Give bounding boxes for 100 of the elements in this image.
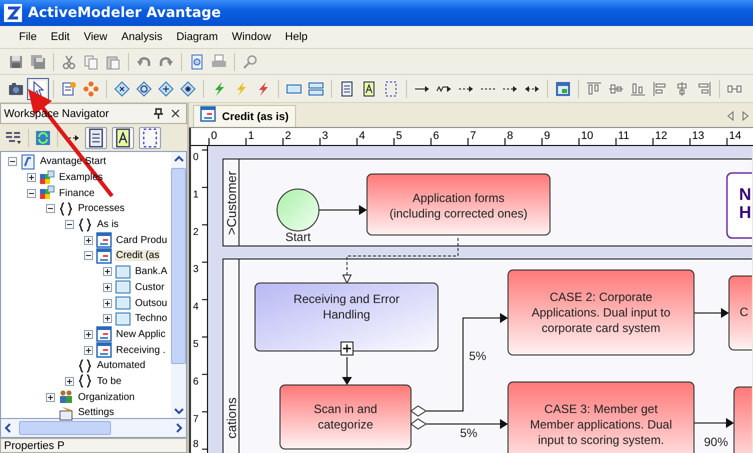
ruler-label: 5 bbox=[193, 339, 199, 350]
menu-item[interactable]: Edit bbox=[44, 31, 77, 43]
tree-item[interactable]: Outsou bbox=[134, 298, 168, 309]
tree-item[interactable]: New Applic bbox=[115, 328, 166, 340]
tree-item[interactable]: Card Produ bbox=[115, 234, 168, 246]
menu-item[interactable]: Analysis bbox=[114, 31, 170, 43]
printer-icon[interactable] bbox=[211, 54, 227, 70]
close-icon[interactable] bbox=[171, 109, 180, 118]
split-rectangle-icon[interactable] bbox=[308, 80, 324, 96]
ruler-label: 4 bbox=[359, 130, 366, 142]
menu-item[interactable]: Window bbox=[224, 31, 278, 43]
diamond-star-icon[interactable] bbox=[180, 80, 196, 96]
expand-icon[interactable] bbox=[103, 267, 112, 276]
ruler-label: 3 bbox=[322, 130, 328, 142]
lane-label: >Customer bbox=[224, 171, 239, 235]
ruler-label: 9 bbox=[544, 130, 550, 142]
lane-icon bbox=[115, 264, 131, 280]
braces-icon bbox=[77, 373, 93, 390]
ruler-label: 7 bbox=[470, 130, 476, 142]
ruler-label: 5 bbox=[396, 130, 402, 142]
diamond-plus-icon[interactable] bbox=[158, 80, 174, 96]
scrollbar-thumb[interactable] bbox=[171, 168, 186, 364]
horizontal-scrollbar[interactable] bbox=[0, 419, 187, 438]
flow-label: 90% bbox=[704, 435, 728, 449]
ruler-label: 10 bbox=[581, 130, 594, 142]
tree-item[interactable]: Techno bbox=[134, 313, 168, 324]
floppy-disks-icon[interactable] bbox=[30, 54, 46, 70]
expand-icon[interactable] bbox=[103, 298, 112, 308]
ruler-label: 0 bbox=[193, 152, 199, 163]
refresh-icon[interactable] bbox=[35, 130, 51, 146]
align-bottom-icon[interactable] bbox=[630, 80, 646, 96]
scroll-left-icon[interactable] bbox=[727, 111, 735, 121]
cluster-icon[interactable] bbox=[83, 80, 99, 96]
tree-item[interactable]: Processes bbox=[77, 203, 126, 214]
menu-item[interactable]: File bbox=[12, 31, 44, 43]
menu-item[interactable]: Diagram bbox=[169, 31, 225, 43]
tree-item[interactable]: Organization bbox=[77, 392, 136, 403]
print-preview-icon[interactable] bbox=[189, 54, 205, 70]
scroll-right-icon[interactable] bbox=[741, 111, 749, 121]
copy-icon[interactable] bbox=[83, 54, 99, 70]
ruler-label: 8 bbox=[507, 130, 514, 142]
menu-item[interactable]: Help bbox=[278, 31, 315, 43]
tree-item[interactable]: Bank.A bbox=[134, 266, 168, 278]
align-left-icon[interactable] bbox=[652, 80, 668, 96]
camera-icon[interactable] bbox=[8, 80, 24, 96]
tree-item[interactable]: To be bbox=[96, 376, 122, 387]
collapse-icon[interactable] bbox=[8, 157, 17, 166]
diamond-x-icon[interactable] bbox=[114, 80, 130, 96]
text-tool-icon[interactable] bbox=[361, 80, 377, 96]
ruler-label: 1 bbox=[193, 189, 199, 200]
tree-item[interactable]: As is bbox=[96, 219, 120, 230]
expand-icon[interactable] bbox=[103, 314, 112, 324]
expand-icon[interactable] bbox=[84, 330, 93, 339]
ruler-label: 7 bbox=[193, 414, 199, 425]
flow-arrow bbox=[694, 418, 734, 428]
start-event bbox=[276, 188, 320, 232]
braces-icon bbox=[77, 216, 93, 233]
collapse-icon[interactable] bbox=[65, 220, 74, 230]
expand-icon[interactable] bbox=[27, 173, 36, 182]
collapse-icon[interactable] bbox=[46, 204, 55, 214]
ruler-label: 6 bbox=[433, 130, 440, 142]
diagram-icon bbox=[200, 106, 216, 122]
expand-icon[interactable] bbox=[65, 376, 74, 386]
tree-item[interactable]: Settings bbox=[77, 407, 116, 418]
diagram-icon bbox=[96, 342, 112, 358]
tree-item[interactable]: Credit (as bbox=[115, 250, 160, 262]
collapse-icon[interactable] bbox=[84, 251, 93, 260]
vertical-scrollbar[interactable] bbox=[171, 152, 186, 418]
document-check-icon[interactable] bbox=[61, 80, 77, 96]
expand-icon[interactable] bbox=[84, 346, 93, 355]
document-icon[interactable] bbox=[339, 80, 355, 96]
collapse-icon[interactable] bbox=[27, 188, 36, 198]
dashed-rectangle-icon[interactable] bbox=[139, 126, 161, 148]
ruler-label: 1 bbox=[248, 130, 254, 142]
scissors-icon[interactable] bbox=[61, 54, 77, 70]
text-tool-icon[interactable] bbox=[112, 126, 134, 148]
dashed-rectangle-icon[interactable] bbox=[383, 80, 399, 96]
diagram-tab[interactable]: Credit (as is) bbox=[193, 105, 296, 127]
scrollbar-thumb[interactable] bbox=[19, 421, 111, 435]
tree-item[interactable]: Automated bbox=[96, 360, 146, 372]
expand-icon[interactable] bbox=[84, 236, 93, 245]
paste-icon[interactable] bbox=[105, 54, 121, 70]
align-right-icon[interactable] bbox=[696, 80, 712, 96]
ruler-label: 0 bbox=[211, 130, 218, 142]
flow-arrow bbox=[318, 205, 367, 215]
flow-arrow bbox=[694, 308, 729, 318]
expand-icon[interactable] bbox=[46, 392, 55, 402]
expand-icon[interactable] bbox=[103, 282, 112, 292]
tree-item[interactable]: Finance bbox=[58, 188, 96, 199]
document-icon[interactable] bbox=[85, 126, 107, 148]
align-top-icon[interactable] bbox=[586, 80, 602, 96]
blocks-icon bbox=[39, 185, 55, 202]
tree-item[interactable]: Receiving . bbox=[115, 344, 166, 356]
tree-view-icon[interactable] bbox=[4, 130, 22, 146]
pin-icon[interactable] bbox=[154, 108, 163, 119]
menu-item[interactable]: View bbox=[76, 31, 114, 43]
task-box: CASE 3: Member get Member applications. Dual input to scoring system. bbox=[508, 382, 694, 453]
ruler-label: 2 bbox=[285, 130, 292, 142]
tree-item[interactable]: Custor bbox=[134, 282, 166, 293]
layout-icon[interactable] bbox=[555, 80, 571, 96]
